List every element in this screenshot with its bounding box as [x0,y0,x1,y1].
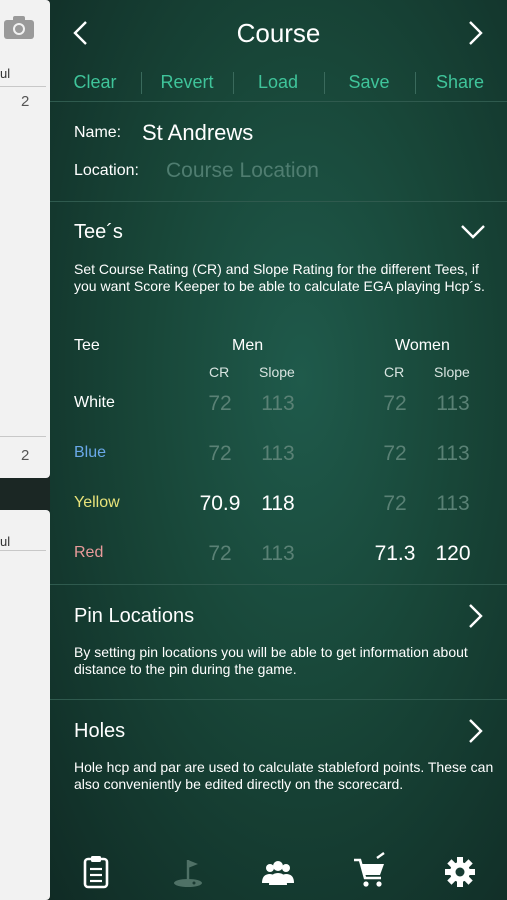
pin-locations-description: By setting pin locations you will be abl… [74,644,468,677]
background-card-label: ul [0,66,11,81]
women-slope-header: Slope [434,364,470,380]
background-card-top[interactable]: ul 2 2 [0,0,50,478]
background-card-strip: ul 2 2 ul [0,0,52,900]
players-icon[interactable] [258,852,298,892]
divider [50,201,507,202]
men-cr-field[interactable]: 72 [195,442,245,466]
divider [50,101,507,102]
women-cr-field[interactable]: 72 [370,392,420,416]
tees-section-title[interactable]: Tee´s [74,221,123,244]
pin-locations-title[interactable]: Pin Locations [74,605,194,628]
background-card-value: 2 [21,447,30,464]
divider [0,86,46,87]
clear-button[interactable]: Clear [50,72,140,93]
background-card-label: ul [0,534,11,549]
divider [0,436,46,437]
chevron-right-icon[interactable] [468,718,484,744]
divider [50,699,507,700]
scorecard-icon[interactable] [76,852,116,892]
chevron-right-icon[interactable] [468,603,484,629]
men-cr-field[interactable]: 70.9 [195,492,245,516]
location-field[interactable]: Course Location [166,159,319,183]
save-button[interactable]: Save [324,72,414,93]
men-slope-field[interactable]: 113 [253,542,303,566]
page-title: Course [236,18,321,48]
men-slope-field[interactable]: 118 [253,492,303,516]
load-button[interactable]: Load [233,72,323,93]
men-slope-field[interactable]: 113 [253,392,303,416]
men-cr-field[interactable]: 72 [195,542,245,566]
tee-name: Yellow [74,494,120,511]
men-slope-header: Slope [259,364,295,380]
women-cr-field[interactable]: 72 [370,492,420,516]
forward-chevron-icon[interactable] [468,20,484,46]
location-label: Location: [74,162,139,179]
holes-description: Hole hcp and par are used to calculate s… [74,759,494,792]
course-icon[interactable] [168,852,208,892]
tee-column-header: Tee [74,337,100,354]
course-name-field[interactable]: St Andrews [142,120,253,146]
chevron-down-icon[interactable] [460,224,486,240]
women-cr-field[interactable]: 72 [370,442,420,466]
name-label: Name: [74,124,122,141]
camera-icon[interactable] [3,14,35,40]
women-slope-field[interactable]: 113 [428,392,478,416]
holes-title[interactable]: Holes [74,720,125,743]
women-column-header: Women [395,337,450,354]
women-cr-header: CR [384,364,405,380]
men-slope-field[interactable]: 113 [253,442,303,466]
men-column-header: Men [232,337,264,354]
background-card-bottom[interactable]: ul [0,510,50,900]
men-cr-field[interactable]: 72 [195,392,245,416]
women-slope-field[interactable]: 113 [428,492,478,516]
divider [0,550,46,551]
tees-description: Set Course Rating (CR) and Slope Rating … [74,261,485,294]
course-panel: Course Clear Revert Load Save Share Name… [50,0,507,900]
tee-name: Blue [74,444,107,461]
nav-bar: Course [50,0,507,64]
tab-bar [50,846,507,900]
settings-icon[interactable] [440,852,480,892]
women-slope-field[interactable]: 120 [428,542,478,566]
revert-button[interactable]: Revert [142,72,232,93]
background-card-value: 2 [21,93,30,110]
divider [50,584,507,585]
shop-icon[interactable] [350,852,390,892]
tee-name: Red [74,544,104,561]
women-cr-field[interactable]: 71.3 [370,542,420,566]
share-button[interactable]: Share [415,72,505,93]
action-toolbar: Clear Revert Load Save Share [50,66,507,100]
men-cr-header: CR [209,364,230,380]
women-slope-field[interactable]: 113 [428,442,478,466]
tee-name: White [74,394,115,411]
